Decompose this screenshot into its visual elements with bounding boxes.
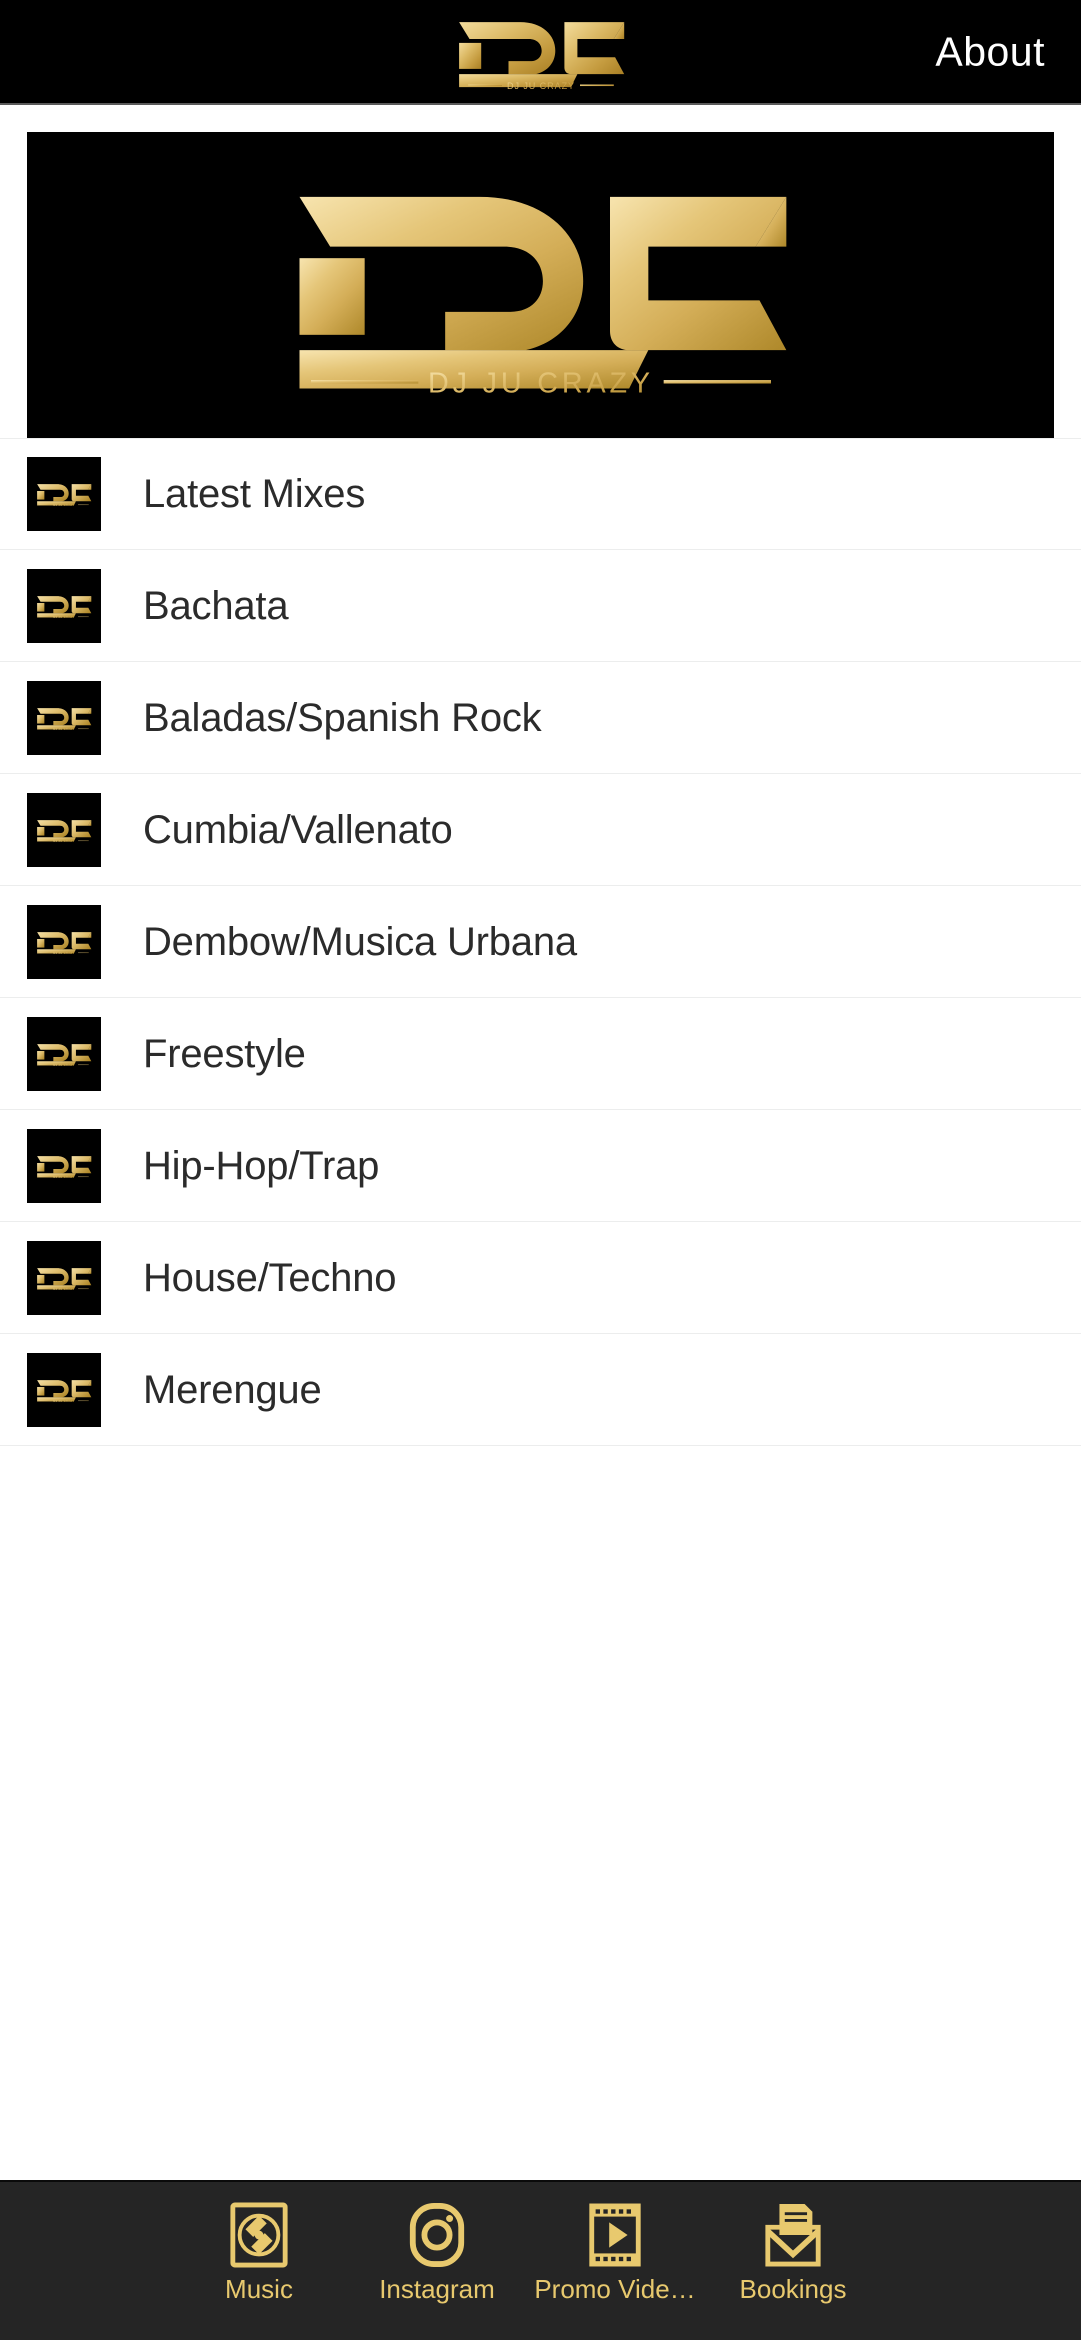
list-item[interactable]: DJ JU CRAZY Latest Mixes (0, 438, 1081, 550)
dj-logo-svg-large: DJ JU CRAZY (299, 196, 786, 399)
list-item-label: Hip-Hop/Trap (143, 1143, 380, 1188)
dj-logo-svg-thumb: DJ JU CRAZY (37, 707, 92, 731)
instagram-icon (409, 2203, 465, 2267)
app-root: DJ JU CRAZY About DJ JU CRAZY DJ JU CRAZ… (0, 0, 1081, 2340)
about-link[interactable]: About (935, 31, 1045, 72)
dj-logo-svg-thumb: DJ JU CRAZY (37, 1043, 92, 1067)
svg-text:DJ JU CRAZY: DJ JU CRAZY (53, 839, 74, 843)
list-item-label: Freestyle (143, 1031, 306, 1076)
dj-logo-thumb: DJ JU CRAZY (27, 680, 101, 755)
list-item[interactable]: DJ JU CRAZY Merengue (0, 1334, 1081, 1446)
vinyl-record-icon (230, 2202, 288, 2268)
dj-logo-svg-thumb: DJ JU CRAZY (37, 1379, 92, 1403)
svg-text:DJ JU CRAZY: DJ JU CRAZY (53, 1175, 74, 1179)
list-item-label: House/Techno (143, 1255, 397, 1300)
dj-logo-thumb: DJ JU CRAZY (27, 1016, 101, 1091)
film-play-icon (589, 2203, 641, 2267)
bottom-tab-bar: Music Instagram Promo Vide… Bookings (0, 2180, 1081, 2340)
tab-instagram[interactable]: Instagram (348, 2202, 526, 2302)
banner-dj-logo-icon: DJ JU CRAZY (236, 170, 846, 400)
app-header: DJ JU CRAZY About (0, 0, 1081, 105)
list-item-label: Latest Mixes (143, 472, 366, 516)
svg-text:DJ JU CRAZY: DJ JU CRAZY (53, 1063, 74, 1067)
list-item[interactable]: DJ JU CRAZY Cumbia/Vallenato (0, 774, 1081, 886)
list-item[interactable]: DJ JU CRAZY Hip-Hop/Trap (0, 1110, 1081, 1222)
list-item[interactable]: DJ JU CRAZY Baladas/Spanish Rock (0, 662, 1081, 774)
list-item-label: Baladas/Spanish Rock (143, 695, 542, 740)
dj-logo-thumb: DJ JU CRAZY (27, 568, 101, 643)
tab-label: Instagram (379, 2274, 495, 2304)
header-dj-logo-icon[interactable]: DJ JU CRAZY (443, 13, 639, 91)
dj-logo-thumb: DJ JU CRAZY (27, 904, 101, 979)
list-item-label: Cumbia/Vallenato (143, 807, 453, 852)
tab-label: Bookings (739, 2274, 847, 2304)
dj-logo-svg-thumb: DJ JU CRAZY (37, 595, 92, 619)
dj-logo-svg-thumb: DJ JU CRAZY (37, 484, 92, 507)
list-item[interactable]: DJ JU CRAZY Freestyle (0, 998, 1081, 1110)
svg-text:DJ JU CRAZY: DJ JU CRAZY (53, 727, 74, 731)
svg-text:DJ JU CRAZY: DJ JU CRAZY (53, 615, 74, 619)
list-item[interactable]: DJ JU CRAZY Dembow/Musica Urbana (0, 886, 1081, 998)
dj-logo-thumb: DJ JU CRAZY (27, 1240, 101, 1315)
tab-promo-vide[interactable]: Promo Vide… (526, 2202, 704, 2302)
list-item[interactable]: DJ JU CRAZY House/Techno (0, 1222, 1081, 1334)
banner-image[interactable]: DJ JU CRAZY (27, 132, 1054, 438)
list-item-label: Merengue (143, 1367, 322, 1412)
list-item-label: Bachata (143, 583, 289, 628)
dj-logo-svg-thumb: DJ JU CRAZY (37, 931, 92, 955)
dj-logo-svg: DJ JU CRAZY (458, 21, 624, 91)
svg-text:DJ JU CRAZY: DJ JU CRAZY (506, 81, 574, 91)
banner-section: DJ JU CRAZY (0, 105, 1081, 438)
dj-logo-thumb: DJ JU CRAZY (27, 457, 101, 531)
envelope-letter-icon (765, 2204, 821, 2267)
dj-logo-svg-thumb: DJ JU CRAZY (37, 819, 92, 843)
tab-label: Music (225, 2274, 293, 2304)
list-item[interactable]: DJ JU CRAZY Bachata (0, 550, 1081, 662)
tab-music[interactable]: Music (170, 2202, 348, 2302)
category-list: DJ JU CRAZY Latest Mixes DJ JU CRAZY Bac… (0, 438, 1081, 2180)
list-item-label: Dembow/Musica Urbana (143, 919, 577, 964)
tab-label: Promo Vide… (534, 2274, 696, 2304)
dj-logo-svg-thumb: DJ JU CRAZY (37, 1155, 92, 1179)
svg-text:DJ JU CRAZY: DJ JU CRAZY (53, 951, 74, 955)
svg-text:DJ JU CRAZY: DJ JU CRAZY (53, 1287, 74, 1291)
dj-logo-svg-thumb: DJ JU CRAZY (37, 1267, 92, 1291)
svg-text:DJ JU CRAZY: DJ JU CRAZY (428, 367, 654, 399)
dj-logo-thumb: DJ JU CRAZY (27, 792, 101, 867)
dj-logo-thumb: DJ JU CRAZY (27, 1128, 101, 1203)
svg-text:DJ JU CRAZY: DJ JU CRAZY (53, 1399, 74, 1403)
tab-bookings[interactable]: Bookings (704, 2202, 882, 2302)
dj-logo-thumb: DJ JU CRAZY (27, 1352, 101, 1427)
svg-text:DJ JU CRAZY: DJ JU CRAZY (53, 503, 74, 507)
